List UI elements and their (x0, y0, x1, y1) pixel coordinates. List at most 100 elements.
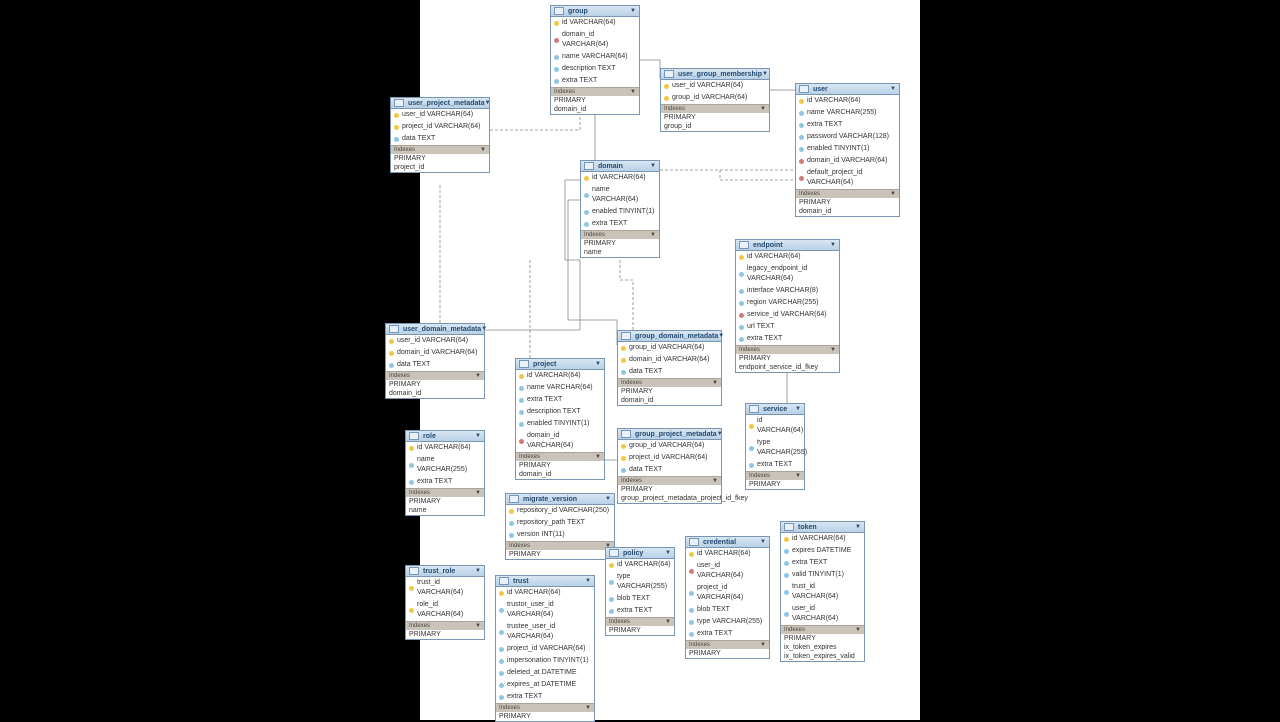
table-header[interactable]: endpoint▼ (736, 240, 839, 251)
collapse-icon[interactable]: ▼ (630, 89, 636, 95)
field-row[interactable]: url TEXT (736, 321, 839, 333)
field-row[interactable]: user_id VARCHAR(64) (391, 109, 489, 121)
index-row[interactable]: domain_id (618, 396, 721, 405)
table-trust[interactable]: trust▼id VARCHAR(64)trustor_user_id VARC… (495, 575, 595, 722)
index-row[interactable]: group_project_metadata_project_id_fkey (618, 494, 721, 503)
table-header[interactable]: credential▼ (686, 537, 769, 548)
collapse-icon[interactable]: ▼ (760, 642, 766, 648)
field-row[interactable]: deleted_at DATETIME (496, 667, 594, 679)
collapse-icon[interactable]: ▼ (605, 496, 611, 502)
collapse-icon[interactable]: ▼ (760, 539, 766, 545)
table-header[interactable]: domain▼ (581, 161, 659, 172)
index-row[interactable]: PRIMARY (551, 96, 639, 105)
field-row[interactable]: version INT(11) (506, 529, 614, 541)
table-endpoint[interactable]: endpoint▼id VARCHAR(64)legacy_endpoint_i… (735, 239, 840, 373)
index-row[interactable]: domain_id (386, 389, 484, 398)
collapse-icon[interactable]: ▼ (585, 578, 591, 584)
field-row[interactable]: blob TEXT (686, 604, 769, 616)
indexes-header[interactable]: Indexes▼ (496, 703, 594, 712)
field-row[interactable]: extra TEXT (796, 119, 899, 131)
collapse-icon[interactable]: ▼ (650, 163, 656, 169)
index-row[interactable]: PRIMARY (618, 485, 721, 494)
field-row[interactable]: trustor_user_id VARCHAR(64) (496, 599, 594, 621)
field-row[interactable]: id VARCHAR(64) (516, 370, 604, 382)
field-row[interactable]: interface VARCHAR(8) (736, 285, 839, 297)
table-user_group_membership[interactable]: user_group_membership▼user_id VARCHAR(64… (660, 68, 770, 132)
indexes-header[interactable]: Indexes▼ (551, 87, 639, 96)
field-row[interactable]: domain_id VARCHAR(64) (386, 347, 484, 359)
field-row[interactable]: valid TINYINT(1) (781, 569, 864, 581)
index-row[interactable]: domain_id (796, 207, 899, 216)
indexes-header[interactable]: Indexes▼ (606, 617, 674, 626)
collapse-icon[interactable]: ▼ (890, 86, 896, 92)
table-token[interactable]: token▼id VARCHAR(64)expires DATETIMEextr… (780, 521, 865, 662)
table-header[interactable]: group_project_metadata▼ (618, 429, 721, 440)
collapse-icon[interactable]: ▼ (717, 431, 723, 437)
index-row[interactable]: ix_token_expires (781, 643, 864, 652)
field-row[interactable]: name VARCHAR(255) (796, 107, 899, 119)
table-service[interactable]: service▼id VARCHAR(64)type VARCHAR(255)e… (745, 403, 805, 490)
table-migrate_version[interactable]: migrate_version▼repository_id VARCHAR(25… (505, 493, 615, 560)
table-header[interactable]: user_group_membership▼ (661, 69, 769, 80)
field-row[interactable]: repository_path TEXT (506, 517, 614, 529)
table-group[interactable]: group▼id VARCHAR(64)domain_id VARCHAR(64… (550, 5, 640, 115)
table-policy[interactable]: policy▼id VARCHAR(64)type VARCHAR(255)bl… (605, 547, 675, 636)
collapse-icon[interactable]: ▼ (485, 100, 491, 106)
index-row[interactable]: PRIMARY (661, 113, 769, 122)
collapse-icon[interactable]: ▼ (712, 380, 718, 386)
field-row[interactable]: domain_id VARCHAR(64) (551, 29, 639, 51)
collapse-icon[interactable]: ▼ (795, 406, 801, 412)
indexes-header[interactable]: Indexes▼ (618, 476, 721, 485)
table-header[interactable]: token▼ (781, 522, 864, 533)
table-user_domain_metadata[interactable]: user_domain_metadata▼user_id VARCHAR(64)… (385, 323, 485, 399)
field-row[interactable]: extra TEXT (406, 476, 484, 488)
index-row[interactable]: PRIMARY (406, 630, 484, 639)
field-row[interactable]: id VARCHAR(64) (686, 548, 769, 560)
table-credential[interactable]: credential▼id VARCHAR(64)user_id VARCHAR… (685, 536, 770, 659)
index-row[interactable]: PRIMARY (581, 239, 659, 248)
indexes-header[interactable]: Indexes▼ (746, 471, 804, 480)
field-row[interactable]: description TEXT (516, 406, 604, 418)
collapse-icon[interactable]: ▼ (795, 473, 801, 479)
indexes-header[interactable]: Indexes▼ (686, 640, 769, 649)
field-row[interactable]: repository_id VARCHAR(250) (506, 505, 614, 517)
index-row[interactable]: project_id (391, 163, 489, 172)
indexes-header[interactable]: Indexes▼ (781, 625, 864, 634)
index-row[interactable]: name (406, 506, 484, 515)
table-header[interactable]: project▼ (516, 359, 604, 370)
index-row[interactable]: domain_id (516, 470, 604, 479)
field-row[interactable]: id VARCHAR(64) (736, 251, 839, 263)
table-project[interactable]: project▼id VARCHAR(64)name VARCHAR(64)ex… (515, 358, 605, 480)
indexes-header[interactable]: Indexes▼ (391, 145, 489, 154)
collapse-icon[interactable]: ▼ (475, 490, 481, 496)
table-header[interactable]: trust_role▼ (406, 566, 484, 577)
field-row[interactable]: type VARCHAR(255) (606, 571, 674, 593)
index-row[interactable]: PRIMARY (736, 354, 839, 363)
table-header[interactable]: group_domain_metadata▼ (618, 331, 721, 342)
index-row[interactable]: PRIMARY (796, 198, 899, 207)
field-row[interactable]: enabled TINYINT(1) (581, 206, 659, 218)
field-row[interactable]: extra TEXT (736, 333, 839, 345)
field-row[interactable]: legacy_endpoint_id VARCHAR(64) (736, 263, 839, 285)
field-row[interactable]: name VARCHAR(255) (406, 454, 484, 476)
field-row[interactable]: group_id VARCHAR(64) (661, 92, 769, 104)
field-row[interactable]: user_id VARCHAR(64) (386, 335, 484, 347)
collapse-icon[interactable]: ▼ (890, 191, 896, 197)
field-row[interactable]: extra TEXT (581, 218, 659, 230)
collapse-icon[interactable]: ▼ (762, 71, 768, 77)
field-row[interactable]: type VARCHAR(255) (746, 437, 804, 459)
field-row[interactable]: type VARCHAR(255) (686, 616, 769, 628)
field-row[interactable]: id VARCHAR(64) (781, 533, 864, 545)
table-group_project_metadata[interactable]: group_project_metadata▼group_id VARCHAR(… (617, 428, 722, 504)
field-row[interactable]: data TEXT (618, 366, 721, 378)
field-row[interactable]: id VARCHAR(64) (551, 17, 639, 29)
field-row[interactable]: extra TEXT (496, 691, 594, 703)
indexes-header[interactable]: Indexes▼ (406, 621, 484, 630)
field-row[interactable]: expires DATETIME (781, 545, 864, 557)
field-row[interactable]: id VARCHAR(64) (406, 442, 484, 454)
collapse-icon[interactable]: ▼ (830, 242, 836, 248)
indexes-header[interactable]: Indexes▼ (406, 488, 484, 497)
field-row[interactable]: id VARCHAR(64) (746, 415, 804, 437)
field-row[interactable]: extra TEXT (686, 628, 769, 640)
collapse-icon[interactable]: ▼ (712, 478, 718, 484)
